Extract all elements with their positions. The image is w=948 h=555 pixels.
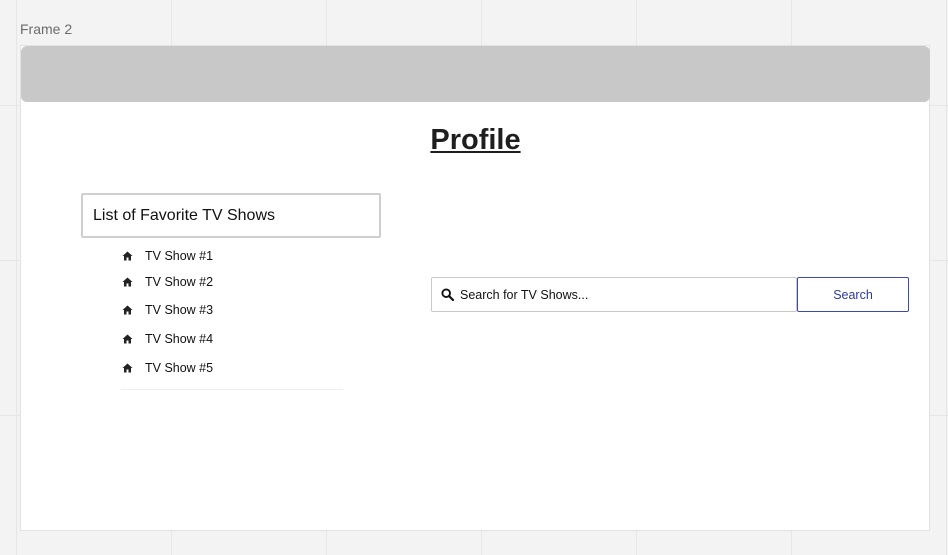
home-icon [121,276,133,288]
home-icon [121,333,133,345]
favorites-list: TV Show #1 TV Show #2 TV Show #3 TV Show… [121,244,343,390]
search-icon [441,288,454,301]
list-item-label: TV Show #4 [145,332,214,346]
list-item[interactable]: TV Show #4 [121,332,213,346]
frame-label[interactable]: Frame 2 [20,21,72,37]
search-input[interactable] [460,287,780,302]
list-item[interactable]: TV Show #2 [121,275,213,289]
home-icon [121,304,133,316]
favorites-list-header: List of Favorite TV Shows [81,193,381,238]
profile-frame: Profile List of Favorite TV Shows TV Sho… [20,45,930,531]
list-item[interactable]: TV Show #3 [121,303,213,317]
home-icon [121,362,133,374]
list-item-label: TV Show #2 [145,275,214,289]
search-button[interactable]: Search [797,277,909,312]
list-item-label: TV Show #5 [145,361,214,375]
home-icon [121,250,133,262]
page-title: Profile [430,124,521,156]
top-bar [21,46,930,102]
design-canvas: Frame 2 Profile List of Favorite TV Show… [0,0,948,555]
list-item-label: TV Show #1 [145,249,214,263]
favorites-list-header-label: List of Favorite TV Shows [93,206,275,224]
list-item[interactable]: TV Show #1 [121,249,213,263]
search-box [431,277,797,312]
list-item[interactable]: TV Show #5 [121,361,213,375]
list-item-label: TV Show #3 [145,303,214,317]
